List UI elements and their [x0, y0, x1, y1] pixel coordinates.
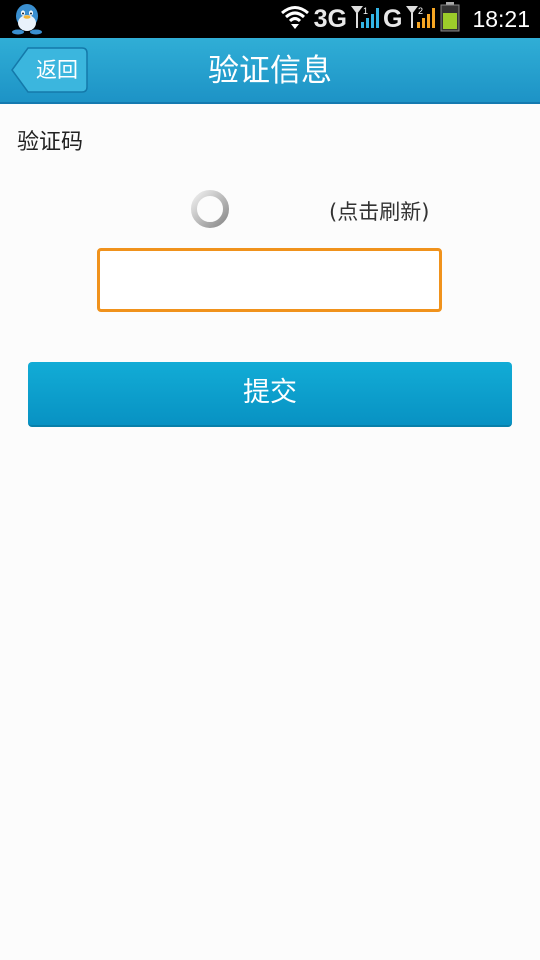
- status-bar: 3G 1 G 2 18:21: [0, 0, 540, 38]
- qq-penguin-icon: [10, 3, 44, 35]
- submit-button[interactable]: 提交: [28, 362, 512, 427]
- signal-sim1-icon: 1: [350, 4, 379, 34]
- title-bar: 返回 验证信息: [0, 38, 540, 104]
- network-3g-label: 3G: [313, 5, 347, 33]
- signal-sim2-icon: 2: [406, 4, 436, 34]
- captcha-label: 验证码: [17, 130, 84, 155]
- clock: 18:21: [472, 6, 530, 32]
- svg-text:1: 1: [363, 6, 368, 16]
- battery-icon: [440, 2, 460, 36]
- svg-text:2: 2: [418, 6, 423, 16]
- back-button[interactable]: 返回: [10, 47, 88, 93]
- wifi-icon: [280, 3, 310, 35]
- captcha-input[interactable]: [97, 248, 442, 312]
- network-g-label: G: [382, 5, 403, 33]
- loading-spinner-icon: [189, 188, 231, 230]
- back-button-label: 返回: [36, 58, 78, 82]
- refresh-captcha-link[interactable]: (点击刷新): [329, 196, 429, 226]
